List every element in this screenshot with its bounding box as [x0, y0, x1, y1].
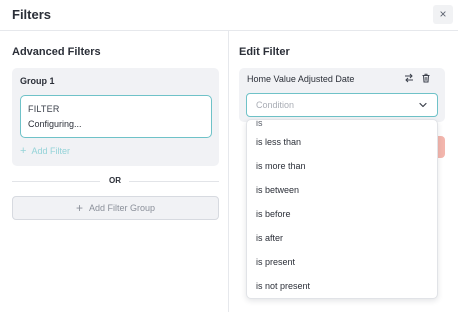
menu-item-is-present[interactable]: is present	[247, 252, 437, 272]
chevron-down-icon	[419, 102, 427, 108]
menu-item-is-between[interactable]: is between	[247, 180, 437, 200]
menu-item-is-more-than[interactable]: is more than	[247, 156, 437, 176]
plus-icon: +	[20, 144, 27, 157]
condition-dropdown-menu: is is less than is more than is between …	[246, 119, 438, 299]
condition-placeholder: Condition	[256, 100, 295, 110]
add-filter-group-label: Add Filter Group	[88, 203, 156, 213]
add-filter-label: Add Filter	[31, 146, 70, 156]
modal-title: Filters	[12, 7, 52, 22]
edit-filter-title: Edit Filter	[239, 46, 290, 58]
swap-arrows-icon[interactable]	[404, 73, 414, 83]
or-label: OR	[109, 176, 121, 185]
menu-item-is[interactable]: is	[247, 120, 437, 126]
trash-icon[interactable]	[421, 73, 431, 83]
menu-item-is-after[interactable]: is after	[247, 228, 437, 248]
close-button[interactable]: ×	[433, 5, 453, 24]
field-name: Home Value Adjusted Date	[247, 74, 355, 84]
modal-header: Filters ×	[0, 0, 458, 31]
close-icon: ×	[439, 7, 447, 21]
menu-item-is-less-than[interactable]: is less than	[247, 132, 437, 152]
advanced-filters-title: Advanced Filters	[12, 46, 101, 58]
filter-group-panel: Group 1 FILTER Configuring... + Add Filt…	[12, 68, 219, 166]
or-line-left	[12, 181, 100, 182]
add-filter-group-button[interactable]: + Add Filter Group	[12, 196, 219, 220]
group-title: Group 1	[20, 76, 55, 86]
or-separator: OR	[12, 176, 219, 186]
filter-label: FILTER	[28, 104, 60, 114]
filter-status: Configuring...	[28, 119, 82, 129]
condition-select[interactable]: Condition	[246, 93, 438, 117]
or-line-right	[129, 181, 219, 182]
menu-item-is-not-present[interactable]: is not present	[247, 276, 437, 296]
filter-card[interactable]: FILTER Configuring...	[20, 95, 212, 138]
panel-divider	[228, 31, 229, 312]
menu-item-is-before[interactable]: is before	[247, 204, 437, 224]
add-filter-button[interactable]: + Add Filter	[20, 144, 70, 157]
plus-icon: +	[75, 200, 83, 215]
